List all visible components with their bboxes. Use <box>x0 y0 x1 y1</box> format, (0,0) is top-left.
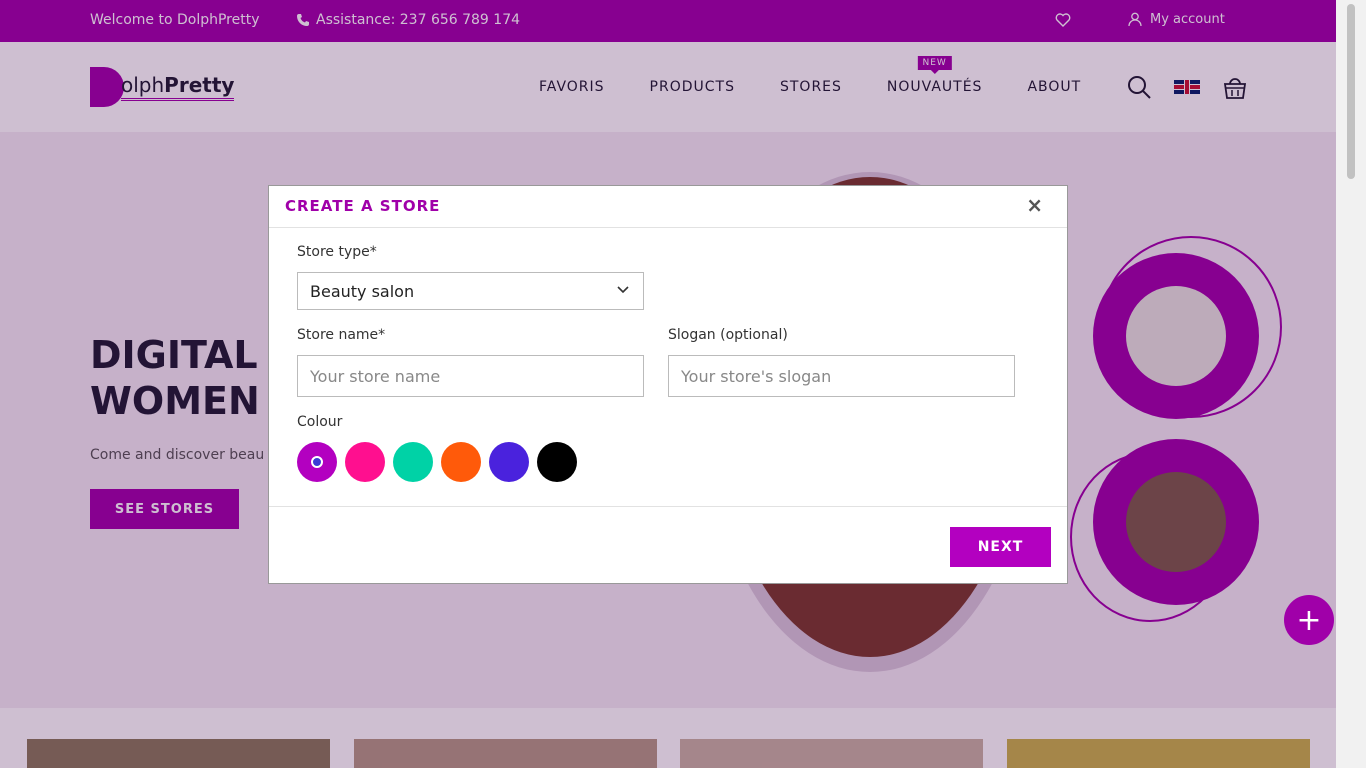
colour-swatch[interactable] <box>297 442 337 482</box>
create-store-dialog: CREATE A STORE × Store type* Beauty salo… <box>268 185 1068 584</box>
scrollbar-thumb[interactable] <box>1347 4 1355 179</box>
slogan-label: Slogan (optional) <box>668 327 788 343</box>
slogan-input[interactable] <box>668 355 1015 397</box>
store-name-label: Store name* <box>297 327 386 343</box>
store-type-select[interactable]: Beauty salon <box>297 272 644 310</box>
colour-swatch[interactable] <box>489 442 529 482</box>
colour-swatch[interactable] <box>441 442 481 482</box>
store-type-value: Beauty salon <box>310 282 415 301</box>
colour-swatch[interactable] <box>345 442 385 482</box>
colour-picker <box>297 442 577 482</box>
dialog-header: CREATE A STORE × <box>269 186 1067 228</box>
colour-swatch[interactable] <box>393 442 433 482</box>
colour-label: Colour <box>297 414 343 430</box>
chevron-down-icon <box>617 286 629 294</box>
dialog-footer: NEXT <box>269 506 1067 584</box>
next-button[interactable]: NEXT <box>950 527 1051 567</box>
add-floating-button[interactable]: + <box>1284 595 1334 645</box>
store-type-label: Store type* <box>297 244 377 260</box>
store-name-input[interactable] <box>297 355 644 397</box>
close-icon[interactable]: × <box>1026 193 1043 217</box>
page-scrollbar[interactable] <box>1336 0 1366 768</box>
colour-swatch[interactable] <box>537 442 577 482</box>
dialog-title: CREATE A STORE <box>285 197 441 215</box>
